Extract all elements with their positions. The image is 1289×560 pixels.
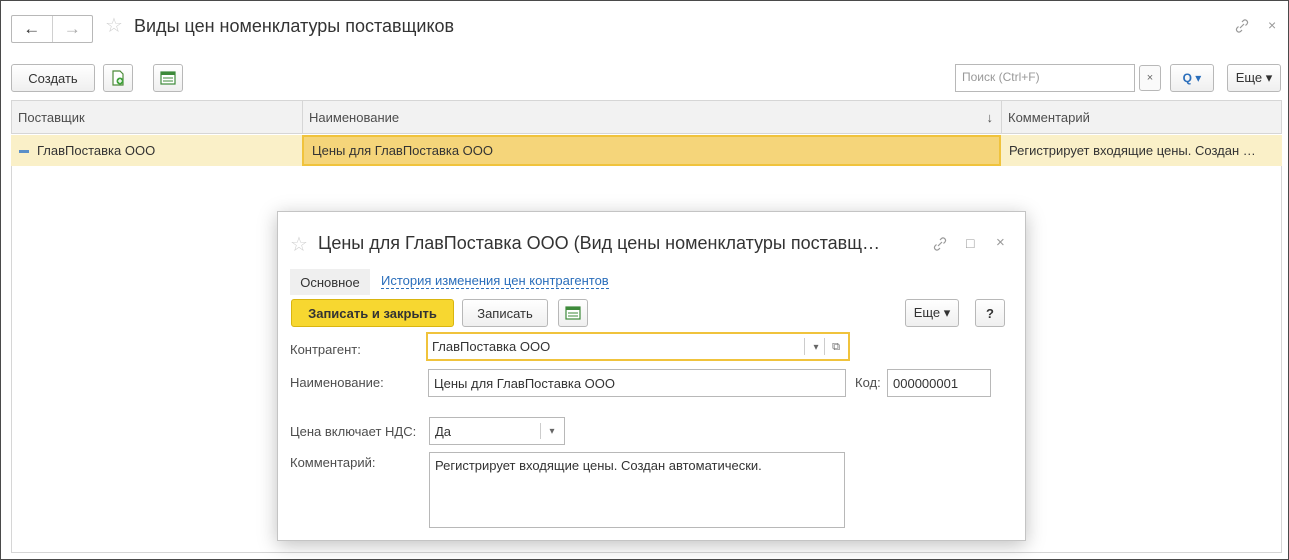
comment-value: Регистрирует входящие цены. Создан автом… bbox=[435, 458, 762, 473]
cell-text: Цены для ГлавПоставка ООО bbox=[312, 143, 494, 158]
cell-comment[interactable]: Регистрирует входящие цены. Создан … bbox=[1001, 135, 1280, 166]
counterparty-label: Контрагент: bbox=[290, 342, 361, 357]
search-clear-button[interactable]: × bbox=[1139, 65, 1161, 91]
close-icon[interactable]: × bbox=[996, 234, 1005, 251]
close-icon[interactable]: × bbox=[1268, 17, 1276, 33]
comment-label: Комментарий: bbox=[290, 455, 376, 470]
vat-value: Да bbox=[435, 424, 452, 439]
link-icon[interactable] bbox=[932, 236, 948, 255]
help-button[interactable]: ? bbox=[975, 299, 1005, 327]
tab-main[interactable]: Основное bbox=[290, 269, 370, 295]
forward-arrow-icon[interactable]: → bbox=[53, 16, 93, 42]
dropdown-arrow-icon[interactable]: ▾ bbox=[543, 420, 561, 442]
save-and-close-button[interactable]: Записать и закрыть bbox=[291, 299, 454, 327]
back-arrow-icon[interactable]: ← bbox=[12, 16, 53, 42]
column-header-name[interactable]: Наименование ↓ bbox=[303, 101, 1002, 133]
more-button[interactable]: Еще ▾ bbox=[905, 299, 959, 327]
link-icon[interactable] bbox=[1234, 18, 1250, 39]
create-copy-button[interactable] bbox=[103, 64, 133, 92]
field-divider bbox=[824, 338, 825, 355]
search-icon: Q ▾ bbox=[1182, 71, 1202, 85]
comment-textarea[interactable]: Регистрирует входящие цены. Создан автом… bbox=[429, 452, 845, 528]
tab-price-history[interactable]: История изменения цен контрагентов bbox=[381, 273, 609, 289]
column-header-label: Наименование bbox=[309, 109, 400, 125]
counterparty-value: ГлавПоставка ООО bbox=[432, 339, 551, 354]
maximize-icon[interactable]: □ bbox=[966, 235, 974, 251]
row-marker-icon: ▬ bbox=[19, 145, 29, 156]
column-header-label: Комментарий bbox=[1008, 109, 1090, 125]
name-field[interactable]: Цены для ГлавПоставка ООО bbox=[428, 369, 846, 397]
code-field[interactable]: 000000001 bbox=[887, 369, 991, 397]
cell-text: ГлавПоставка ООО bbox=[37, 143, 156, 158]
page-title: Виды цен номенклатуры поставщиков bbox=[134, 16, 455, 36]
column-header-comment[interactable]: Комментарий bbox=[1002, 101, 1281, 133]
add-document-icon bbox=[112, 70, 124, 86]
search-input[interactable]: Поиск (Ctrl+F) bbox=[955, 64, 1135, 92]
favorite-star-icon[interactable]: ☆ bbox=[290, 232, 308, 257]
main-window: ← → ☆ Виды цен номенклатуры поставщиков … bbox=[0, 0, 1289, 560]
name-label: Наименование: bbox=[290, 375, 384, 390]
dialog-title: Цены для ГлавПоставка ООО (Вид цены номе… bbox=[318, 233, 881, 253]
save-button[interactable]: Записать bbox=[462, 299, 548, 327]
counterparty-field[interactable]: ГлавПоставка ООО bbox=[426, 332, 850, 361]
field-divider bbox=[540, 423, 541, 439]
cell-supplier[interactable]: ▬ ГлавПоставка ООО bbox=[11, 135, 302, 166]
report-settings-button[interactable] bbox=[558, 299, 588, 327]
column-header-label: Поставщик bbox=[18, 109, 85, 125]
table-settings-icon bbox=[565, 306, 581, 320]
code-label: Код: bbox=[855, 375, 881, 390]
cell-name[interactable]: Цены для ГлавПоставка ООО bbox=[302, 135, 1001, 166]
more-button[interactable]: Еще ▾ bbox=[1227, 64, 1281, 92]
dropdown-arrow-icon[interactable]: ▾ bbox=[807, 336, 825, 358]
create-button[interactable]: Создать bbox=[11, 64, 95, 92]
code-value: 000000001 bbox=[893, 376, 959, 391]
cell-text: Регистрирует входящие цены. Создан … bbox=[1009, 143, 1256, 158]
search-button[interactable]: Q ▾ bbox=[1170, 64, 1214, 92]
report-settings-button[interactable] bbox=[153, 64, 183, 92]
open-icon[interactable]: ⧉ bbox=[827, 336, 845, 358]
field-divider bbox=[804, 338, 805, 355]
sort-arrow-icon: ↓ bbox=[986, 109, 994, 125]
nav-buttons: ← → bbox=[11, 15, 93, 43]
edit-dialog: ☆ Цены для ГлавПоставка ООО (Вид цены но… bbox=[277, 211, 1026, 541]
table-row[interactable]: ▬ ГлавПоставка ООО Цены для ГлавПоставка… bbox=[11, 135, 1282, 166]
table-header: Поставщик Наименование ↓ Комментарий bbox=[11, 100, 1282, 134]
name-value: Цены для ГлавПоставка ООО bbox=[434, 376, 616, 391]
column-header-supplier[interactable]: Поставщик bbox=[12, 101, 303, 133]
vat-label: Цена включает НДС: bbox=[290, 424, 417, 439]
table-settings-icon bbox=[160, 71, 176, 85]
favorite-star-icon[interactable]: ☆ bbox=[105, 13, 123, 38]
